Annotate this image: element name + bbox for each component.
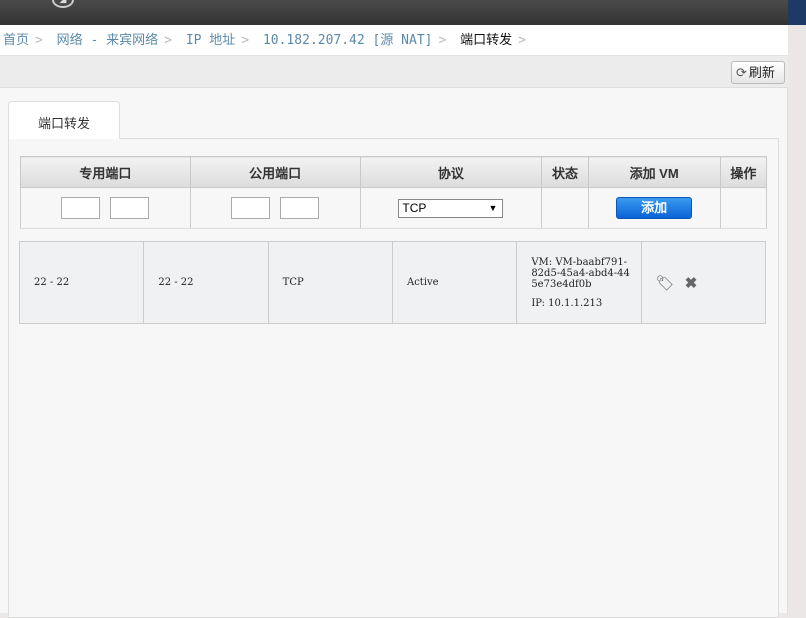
public-port-start-input[interactable] [231,197,271,219]
top-right-strip [788,0,806,25]
header-private-port: 专用端口 [20,156,191,188]
public-port-end-input[interactable] [280,197,320,219]
toolbar: ⟳ 刷新 [0,55,788,88]
header-add-vm: 添加 VM [587,156,721,188]
rules-table: 22 - 22 22 - 22 TCP Active VM: VM-baabf7… [18,241,767,324]
state-cell: Active [391,241,518,324]
breadcrumb-home[interactable]: 首页 [3,33,29,48]
breadcrumb-ip[interactable]: 10.182.207.42 [源 NAT] [263,33,433,48]
top-bar: ◢ [0,0,788,25]
chevron-right-icon: > [438,33,447,48]
chevron-right-icon: > [164,33,172,48]
add-rule-row: TCP ▼ 添加 [20,187,768,229]
header-public-port: 公用端口 [189,156,361,188]
state-cell [541,187,589,229]
protocol-cell: TCP [267,241,393,324]
tab-port-forwarding[interactable]: 端口转发 [8,101,120,139]
refresh-label: 刷新 [748,65,775,80]
port-forwarding-form-table: 专用端口 公用端口 协议 状态 添加 VM 操作 TCP ▼ 添加 [20,156,768,229]
breadcrumb-current: 端口转发 [460,33,513,48]
public-port-cell: 22 - 22 [143,241,269,324]
dropdown-arrow-icon: ▼ [488,202,498,213]
refresh-button[interactable]: ⟳ 刷新 [731,61,785,84]
protocol-select-value: TCP [402,200,427,215]
private-port-cell: 22 - 22 [18,241,145,324]
header-state: 状态 [541,156,589,188]
chevron-right-icon: > [35,33,43,48]
add-button[interactable]: 添加 [616,197,693,219]
private-port-end-input[interactable] [110,197,150,219]
chevron-right-icon: > [241,33,250,48]
refresh-icon: ⟳ [736,65,747,80]
close-icon[interactable]: ✖ [685,274,698,292]
breadcrumb: 首页 > 网络 - 来宾网络 > IP 地址 > 10.182.207.42 [源 N… [0,25,788,55]
vm-ip: IP: 10.1.1.213 [531,297,603,309]
chevron-right-icon: > [518,33,526,48]
logo-icon: ◢ [52,0,74,8]
breadcrumb-network[interactable]: 网络 - 来宾网络 [57,33,158,48]
protocol-select[interactable]: TCP ▼ [398,198,504,218]
header-actions: 操作 [719,156,768,188]
tag-icon[interactable]: 🏷︎ [656,274,675,292]
header-protocol: 协议 [359,156,543,188]
table-row: 22 - 22 22 - 22 TCP Active VM: VM-baabf7… [18,241,767,324]
private-port-start-input[interactable] [61,197,101,219]
vm-name: VM: VM-baabf791-82d5-45a4-abd4-445e73e4d… [531,256,630,290]
actions-cell [719,187,768,229]
breadcrumb-ip-addresses[interactable]: IP 地址 [186,33,235,48]
